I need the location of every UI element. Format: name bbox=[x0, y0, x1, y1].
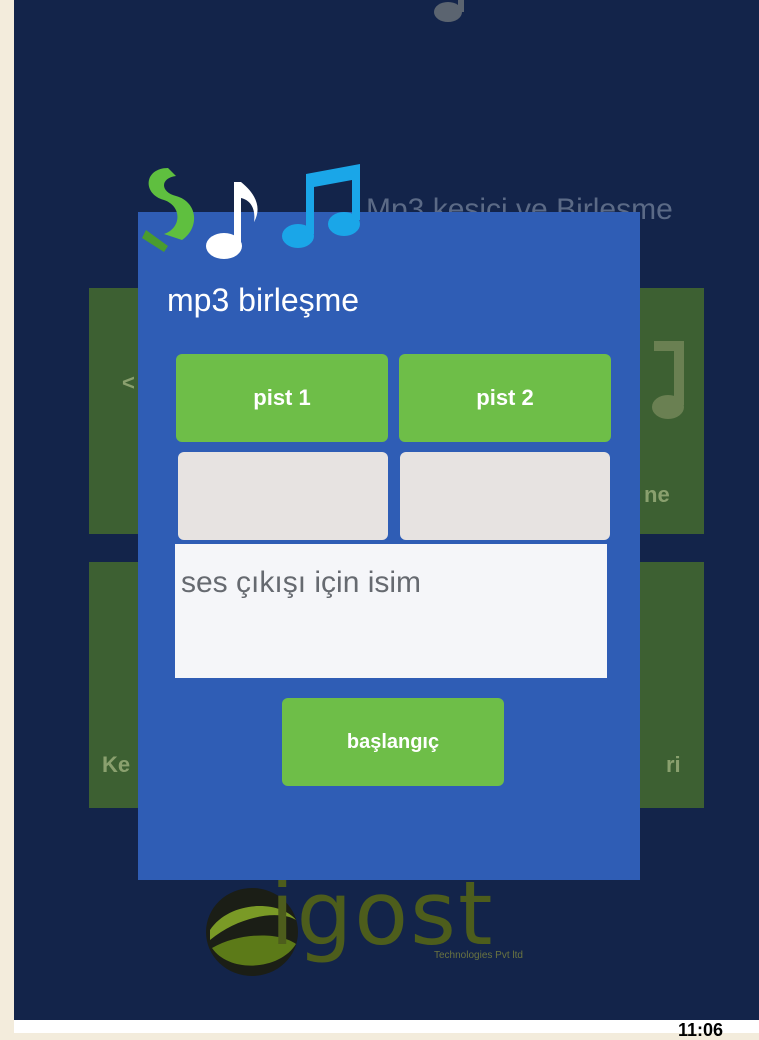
bg-tile-cut-glyph: < bbox=[122, 370, 135, 395]
bg-tile-saved-label: ri bbox=[666, 752, 681, 777]
status-bar bbox=[14, 1020, 759, 1033]
dialog-title: mp3 birleşme bbox=[167, 282, 360, 318]
music-note-icon bbox=[652, 341, 684, 419]
track-2-file-slot[interactable] bbox=[400, 452, 610, 540]
track-1-button[interactable]: pist 1 bbox=[176, 354, 388, 442]
start-button[interactable]: başlangıç bbox=[282, 698, 504, 786]
track-2-button[interactable]: pist 2 bbox=[399, 354, 611, 442]
bg-tile-ringtone-label: Ke bbox=[102, 752, 131, 777]
bg-tile-merge-label: ne bbox=[644, 482, 670, 507]
logo-subtitle: Technologies Pvt ltd bbox=[434, 950, 523, 961]
output-name-input[interactable] bbox=[175, 544, 607, 678]
music-note-icon bbox=[434, 0, 464, 22]
merge-dialog: mp3 birleşme pist 1 pist 2 başlangıç bbox=[138, 212, 640, 880]
track-1-file-slot[interactable] bbox=[178, 452, 388, 540]
music-notes-app-icon bbox=[142, 164, 360, 259]
status-clock: 11:06 bbox=[678, 1020, 724, 1040]
